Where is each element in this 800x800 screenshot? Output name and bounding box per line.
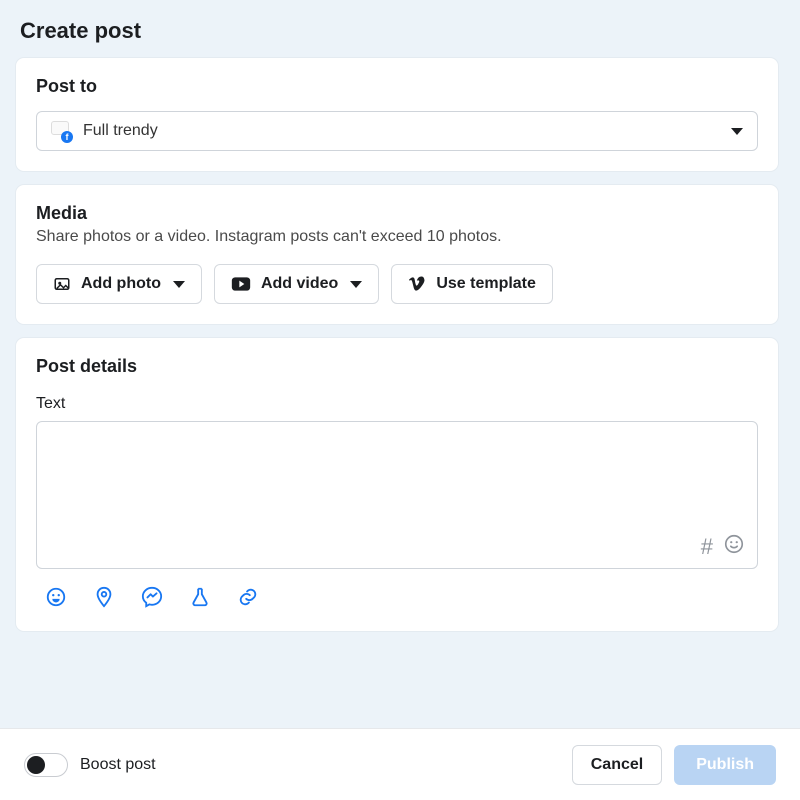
chevron-down-icon [173,281,185,288]
messenger-button[interactable] [140,585,164,609]
media-card: Media Share photos or a video. Instagram… [16,185,778,324]
photo-icon [53,275,71,293]
boost-post-toggle[interactable] [24,753,68,777]
post-details-card: Post details Text # [16,338,778,631]
boost-post-label: Boost post [80,756,156,774]
media-subtext: Share photos or a video. Instagram posts… [36,228,758,246]
text-field-label: Text [36,395,758,413]
smile-icon [723,533,745,555]
add-video-label: Add video [261,275,338,293]
feeling-button[interactable] [44,585,68,609]
use-template-label: Use template [436,275,536,293]
post-details-heading: Post details [36,356,758,377]
location-pin-icon [93,586,115,608]
publish-button[interactable]: Publish [674,745,776,785]
emoji-picker-button[interactable] [723,533,745,560]
link-button[interactable] [236,585,260,609]
toggle-knob [27,756,45,774]
cancel-button[interactable]: Cancel [572,745,662,785]
flask-icon [189,586,211,608]
link-icon [237,586,259,608]
location-button[interactable] [92,585,116,609]
messenger-icon [141,586,163,608]
add-photo-button[interactable]: Add photo [36,264,202,304]
post-text-input[interactable] [37,422,757,568]
post-to-heading: Post to [36,76,758,97]
vimeo-icon [408,275,426,293]
video-icon [231,276,251,292]
post-to-selected-label: Full trendy [83,122,158,140]
add-photo-label: Add photo [81,275,161,293]
hashtag-button[interactable]: # [701,534,713,560]
text-input-container: # [36,421,758,569]
scrollable-content[interactable]: Create post Post to Full trendy Media Sh… [0,0,794,720]
use-template-button[interactable]: Use template [391,264,553,304]
post-to-card: Post to Full trendy [16,58,778,171]
chevron-down-icon [350,281,362,288]
post-to-select[interactable]: Full trendy [36,111,758,151]
page-title: Create post [0,0,794,58]
footer-bar: Boost post Cancel Publish [0,728,800,800]
smile-open-icon [45,586,67,608]
media-heading: Media [36,203,758,224]
facebook-page-icon [51,121,71,141]
add-video-button[interactable]: Add video [214,264,379,304]
ab-test-button[interactable] [188,585,212,609]
chevron-down-icon [731,128,743,135]
